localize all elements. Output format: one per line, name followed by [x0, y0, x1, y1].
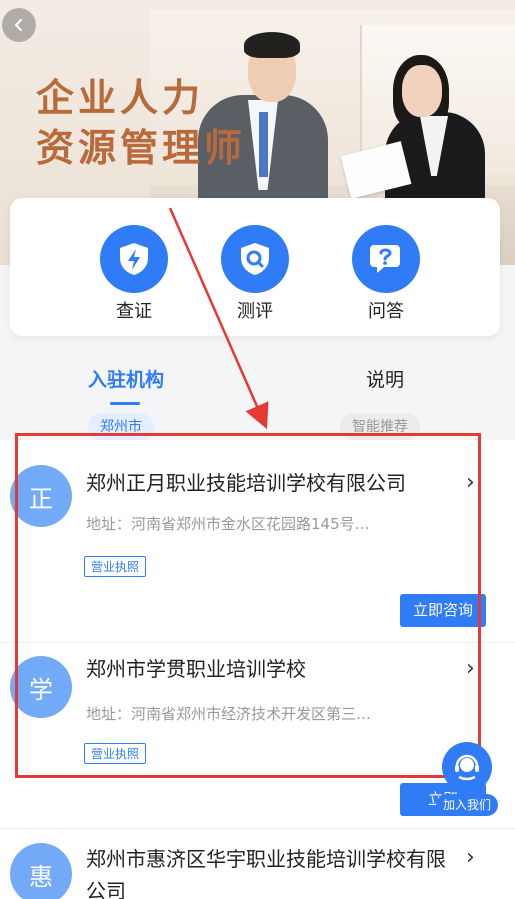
banner-title: 企业人力 资源管理师: [36, 73, 246, 173]
shield-lightning-icon: [100, 225, 168, 293]
shield-search-icon: [221, 225, 289, 293]
action-assess-label: 测评: [237, 301, 273, 322]
back-button[interactable]: [2, 8, 36, 42]
action-qa-label: 问答: [368, 301, 404, 322]
annotation-highlight-box: [15, 433, 481, 778]
org-name: 郑州市惠济区华宇职业技能培训学校有限公司: [86, 847, 446, 899]
quick-actions-card: 查证 测评 问答: [10, 198, 500, 336]
list-item[interactable]: 惠 郑州市惠济区华宇职业技能培训学校有限公司 ›: [0, 829, 515, 899]
tab-description[interactable]: 说明: [366, 365, 404, 392]
join-us-label: 加入我们: [436, 794, 498, 816]
headset-icon: [442, 742, 492, 792]
man-tie: [259, 112, 268, 177]
org-avatar: 惠: [10, 843, 72, 899]
section-tabs: 入驻机构 说明 郑州市 智能推荐: [0, 352, 515, 442]
man-hair: [244, 32, 300, 58]
tab-institutions[interactable]: 入驻机构: [88, 365, 164, 392]
banner-title-line1: 企业人力: [36, 75, 205, 120]
action-verify-label: 查证: [116, 301, 152, 322]
chevron-right-icon: ›: [466, 845, 475, 870]
question-bubble-icon: [352, 225, 420, 293]
action-qa[interactable]: 问答: [331, 225, 441, 323]
action-assess[interactable]: 测评: [200, 225, 310, 323]
chevron-left-icon: [14, 19, 22, 31]
action-verify[interactable]: 查证: [79, 225, 189, 323]
banner-title-line2: 资源管理师: [36, 125, 247, 170]
woman-face: [402, 65, 442, 117]
tab-active-indicator: [110, 402, 140, 405]
join-us-button[interactable]: 加入我们: [436, 742, 498, 818]
